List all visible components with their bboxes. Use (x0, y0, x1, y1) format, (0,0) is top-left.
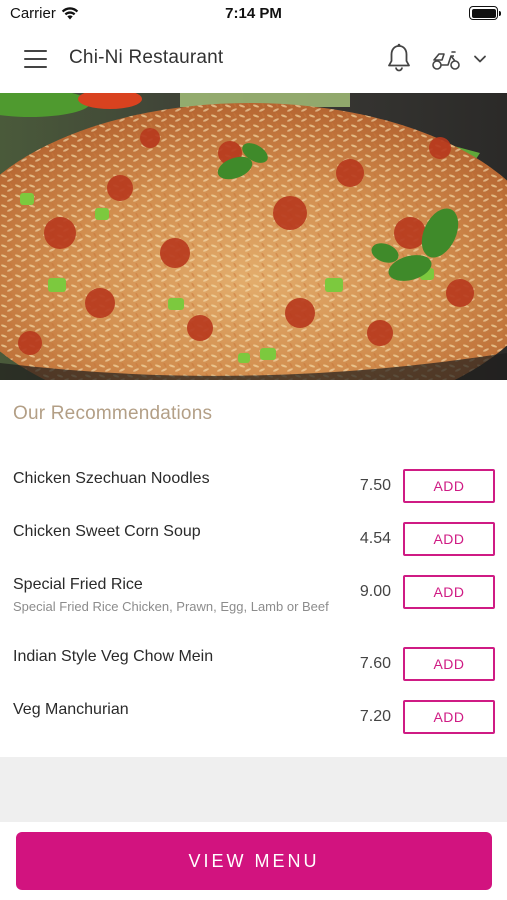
bell-icon[interactable] (386, 43, 412, 73)
footer: VIEW MENU (0, 822, 507, 900)
item-name: Chicken Sweet Corn Soup (13, 523, 201, 540)
view-menu-button[interactable]: VIEW MENU (16, 832, 492, 890)
item-price: 4.54 (359, 530, 391, 547)
add-button[interactable]: ADD (403, 700, 495, 734)
item-price: 7.20 (359, 708, 391, 725)
hero-food-image (0, 93, 507, 380)
recommendations-list: Chicken Szechuan Noodles 7.50 ADD Chicke… (0, 455, 507, 739)
item-name: Chicken Szechuan Noodles (13, 470, 210, 487)
item-price: 9.00 (359, 583, 391, 600)
battery-icon (469, 6, 501, 20)
status-bar: Carrier 7:14 PM (0, 0, 507, 26)
recommendations-title: Our Recommendations (13, 403, 213, 424)
app-header: Chi-Ni Restaurant (0, 26, 507, 93)
chevron-down-icon[interactable] (473, 54, 487, 64)
hamburger-menu-icon[interactable] (24, 50, 47, 68)
list-item: Veg Manchurian 7.20 ADD (0, 686, 507, 739)
item-price: 7.60 (359, 655, 391, 672)
status-time: 7:14 PM (225, 5, 282, 22)
list-item: Special Fried Rice Special Fried Rice Ch… (0, 561, 507, 633)
item-name: Indian Style Veg Chow Mein (13, 648, 214, 665)
list-item: Chicken Szechuan Noodles 7.50 ADD (0, 455, 507, 508)
item-price: 7.50 (359, 477, 391, 494)
fried-rice-photo (0, 93, 507, 380)
item-name: Veg Manchurian (13, 701, 129, 718)
list-item: Chicken Sweet Corn Soup 4.54 ADD (0, 508, 507, 561)
add-button[interactable]: ADD (403, 469, 495, 503)
content-divider-band (0, 757, 507, 822)
list-item: Indian Style Veg Chow Mein 7.60 ADD (0, 633, 507, 686)
item-description: Special Fried Rice Chicken, Prawn, Egg, … (13, 599, 329, 614)
item-name: Special Fried Rice (13, 576, 143, 593)
scooter-icon[interactable] (431, 47, 461, 71)
add-button[interactable]: ADD (403, 647, 495, 681)
restaurant-title: Chi-Ni Restaurant (69, 47, 224, 68)
add-button[interactable]: ADD (403, 522, 495, 556)
add-button[interactable]: ADD (403, 575, 495, 609)
